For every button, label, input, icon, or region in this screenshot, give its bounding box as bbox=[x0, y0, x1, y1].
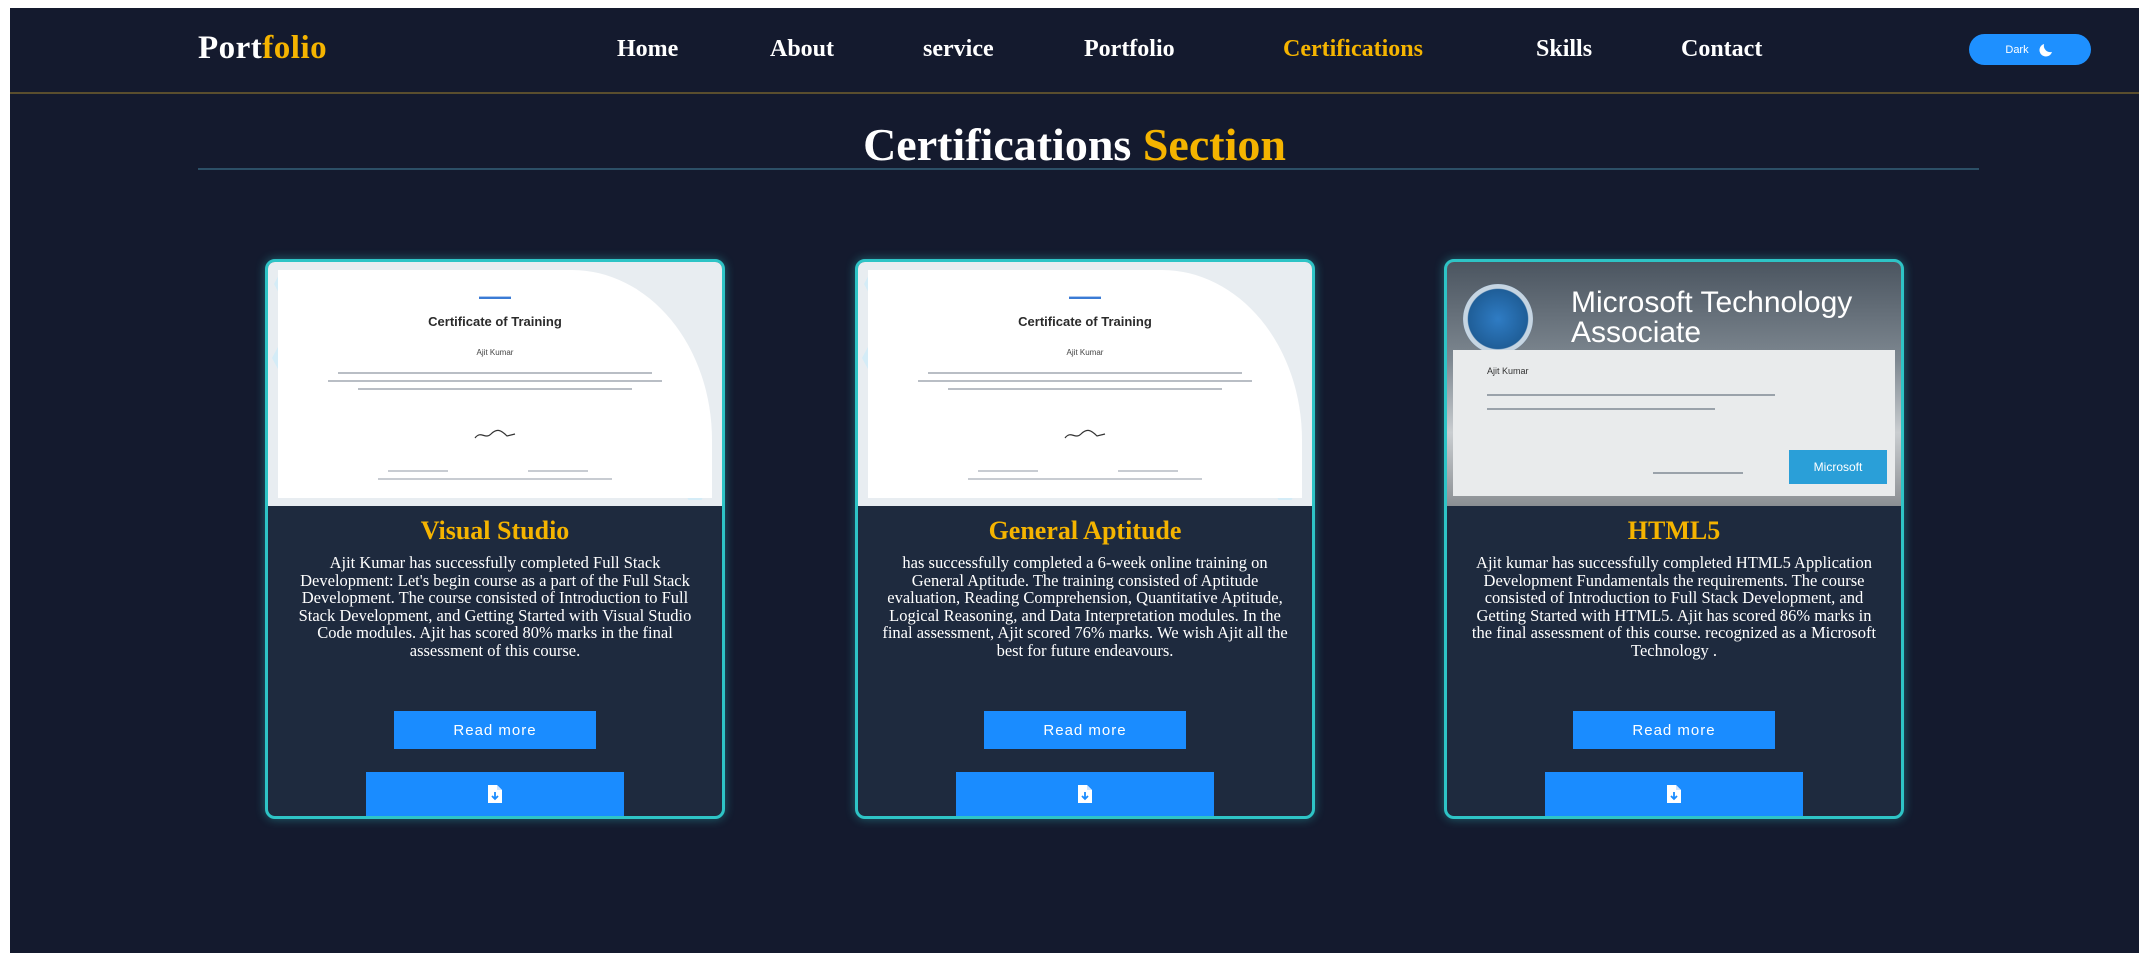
nav-about[interactable]: About bbox=[770, 36, 834, 63]
certificate-brand: ▬▬▬▬ bbox=[479, 292, 511, 301]
navbar: Portfolio Home About service Portfolio C… bbox=[10, 8, 2139, 94]
nav-service[interactable]: service bbox=[923, 36, 994, 63]
nav-skills[interactable]: Skills bbox=[1536, 36, 1592, 63]
certificate-title-line2: Associate bbox=[1571, 316, 1702, 349]
moon-icon bbox=[2037, 41, 2055, 59]
read-more-button[interactable]: Read more bbox=[984, 711, 1186, 749]
certificate-heading: Certificate of Training bbox=[428, 314, 562, 329]
microsoft-seal-icon bbox=[1463, 284, 1533, 354]
section-title-main: Certifications bbox=[863, 119, 1132, 170]
signature-icon bbox=[1063, 428, 1107, 442]
card-description: Ajit Kumar has successfully completed Fu… bbox=[298, 553, 692, 660]
download-certificate-button[interactable] bbox=[366, 772, 624, 816]
read-more-button[interactable]: Read more bbox=[394, 711, 596, 749]
file-download-icon bbox=[1665, 784, 1683, 804]
file-download-icon bbox=[486, 784, 504, 804]
card-title: General Aptitude bbox=[988, 516, 1182, 545]
certificate-heading: Microsoft Technology Associate bbox=[1571, 288, 1852, 348]
certificate-heading: Certificate of Training bbox=[1018, 314, 1152, 329]
page-frame: Portfolio Home About service Portfolio C… bbox=[10, 8, 2139, 953]
certificate-title-line1: Microsoft Technology bbox=[1571, 286, 1853, 319]
card-title: HTML5 bbox=[1627, 516, 1721, 545]
section-title: Certifications Section bbox=[10, 118, 2139, 171]
certificate-card: ▬▬▬▬ Certificate of Training Ajit Kumar … bbox=[855, 259, 1315, 819]
microsoft-badge: Microsoft bbox=[1789, 450, 1887, 484]
certificate-card: ▬▬▬▬ Certificate of Training Ajit Kumar … bbox=[265, 259, 725, 819]
card-title: Visual Studio bbox=[420, 516, 570, 545]
certificate-card: Microsoft Technology Associate Ajit Kumar… bbox=[1444, 259, 1904, 819]
signature-icon bbox=[473, 428, 517, 442]
theme-toggle-label: Dark bbox=[2005, 43, 2029, 56]
nav-contact[interactable]: Contact bbox=[1681, 36, 1762, 63]
nav-home[interactable]: Home bbox=[617, 36, 678, 63]
nav-certifications[interactable]: Certifications bbox=[1283, 36, 1423, 63]
read-more-button[interactable]: Read more bbox=[1573, 711, 1775, 749]
theme-toggle-button[interactable]: Dark bbox=[1969, 34, 2091, 65]
certificate-name: Ajit Kumar bbox=[476, 348, 514, 357]
download-certificate-button[interactable] bbox=[956, 772, 1214, 816]
card-description: Ajit kumar has successfully completed HT… bbox=[1471, 553, 1877, 660]
certificate-name: Ajit Kumar bbox=[1066, 348, 1104, 357]
certificate-brand: ▬▬▬▬ bbox=[1069, 292, 1101, 301]
download-certificate-button[interactable] bbox=[1545, 772, 1803, 816]
nav-portfolio[interactable]: Portfolio bbox=[1084, 36, 1175, 63]
certificate-name: Ajit Kumar bbox=[1487, 366, 1529, 376]
certificate-image[interactable]: ▬▬▬▬ Certificate of Training Ajit Kumar bbox=[268, 262, 722, 506]
certificate-image[interactable]: Microsoft Technology Associate Ajit Kumar… bbox=[1447, 262, 1901, 506]
microsoft-badge-text: Microsoft bbox=[1813, 460, 1863, 474]
file-download-icon bbox=[1076, 784, 1094, 804]
nav-links: Home About service Portfolio Certificati… bbox=[10, 36, 2139, 72]
section-divider bbox=[198, 168, 1979, 170]
certificate-image[interactable]: ▬▬▬▬ Certificate of Training Ajit Kumar bbox=[858, 262, 1312, 506]
section-title-accent: Section bbox=[1142, 119, 1286, 170]
card-description: has successfully completed a 6-week onli… bbox=[882, 553, 1288, 660]
